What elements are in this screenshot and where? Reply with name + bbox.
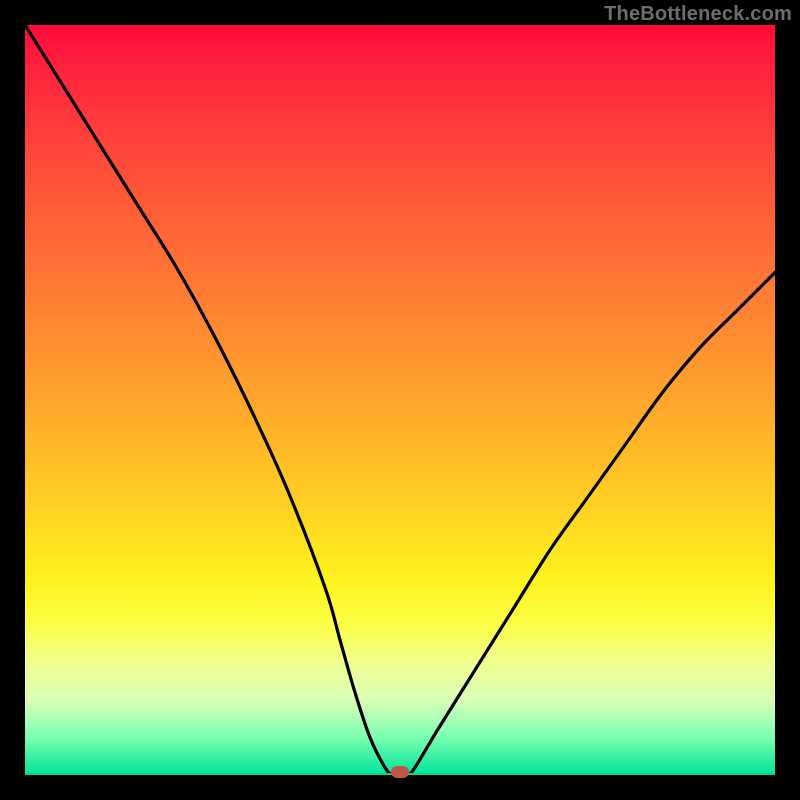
bottleneck-curve bbox=[25, 25, 775, 775]
watermark-text: TheBottleneck.com bbox=[604, 3, 792, 26]
optimal-marker bbox=[391, 766, 409, 778]
chart-frame: TheBottleneck.com bbox=[0, 0, 800, 800]
plot-area bbox=[25, 25, 775, 775]
